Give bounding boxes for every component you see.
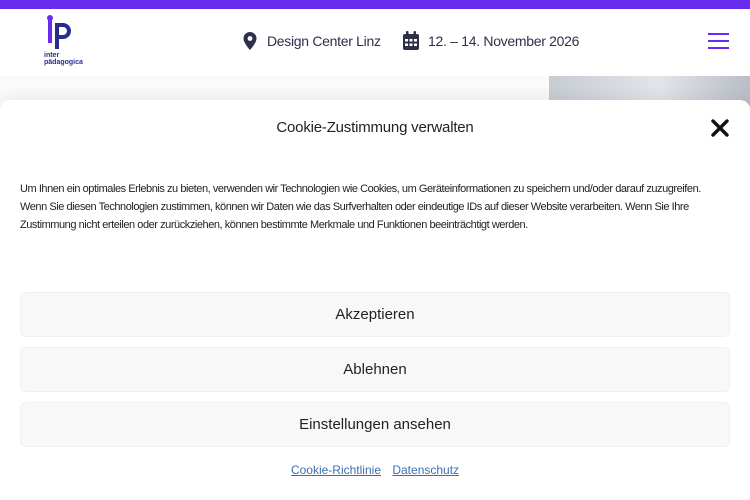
cookie-dialog-title: Cookie-Zustimmung verwalten — [276, 119, 474, 136]
logo-line-2: pädagogica — [44, 59, 83, 66]
logo-wordmark: inter pädagogica — [44, 52, 83, 66]
policy-links: Cookie-Richtlinie Datenschutz — [0, 463, 750, 477]
menu-line — [708, 33, 729, 35]
top-accent-bar — [0, 0, 750, 9]
deny-button[interactable]: Ablehnen — [20, 347, 730, 392]
site-header: inter pädagogica Design Center Linz 12. … — [0, 9, 750, 76]
privacy-link[interactable]: Datenschutz — [392, 463, 459, 477]
cookie-dialog-text: Um Ihnen ein optimales Erlebnis zu biete… — [20, 183, 701, 231]
map-pin-icon — [243, 32, 257, 50]
close-icon-glyph — [711, 119, 729, 137]
cookie-consent-dialog: Cookie-Zustimmung verwalten Um Ihnen ein… — [0, 100, 750, 500]
logo-line-1: inter — [44, 52, 60, 59]
accept-button[interactable]: Akzeptieren — [20, 292, 730, 337]
view-preferences-button[interactable]: Einstellungen ansehen — [20, 402, 730, 447]
cookie-policy-link[interactable]: Cookie-Richtlinie — [291, 463, 381, 477]
logo-mark-icon — [47, 15, 71, 49]
menu-line — [708, 47, 729, 49]
menu-line — [708, 40, 729, 42]
event-location-text: Design Center Linz — [267, 33, 381, 49]
event-location: Design Center Linz — [241, 31, 381, 51]
event-date-text: 12. – 14. November 2026 — [428, 33, 580, 49]
calendar-icon — [403, 31, 419, 50]
close-icon[interactable] — [710, 118, 730, 138]
event-date: 12. – 14. November 2026 — [402, 31, 579, 51]
site-logo[interactable]: inter pädagogica — [42, 15, 92, 67]
hamburger-menu-icon[interactable] — [708, 33, 730, 51]
